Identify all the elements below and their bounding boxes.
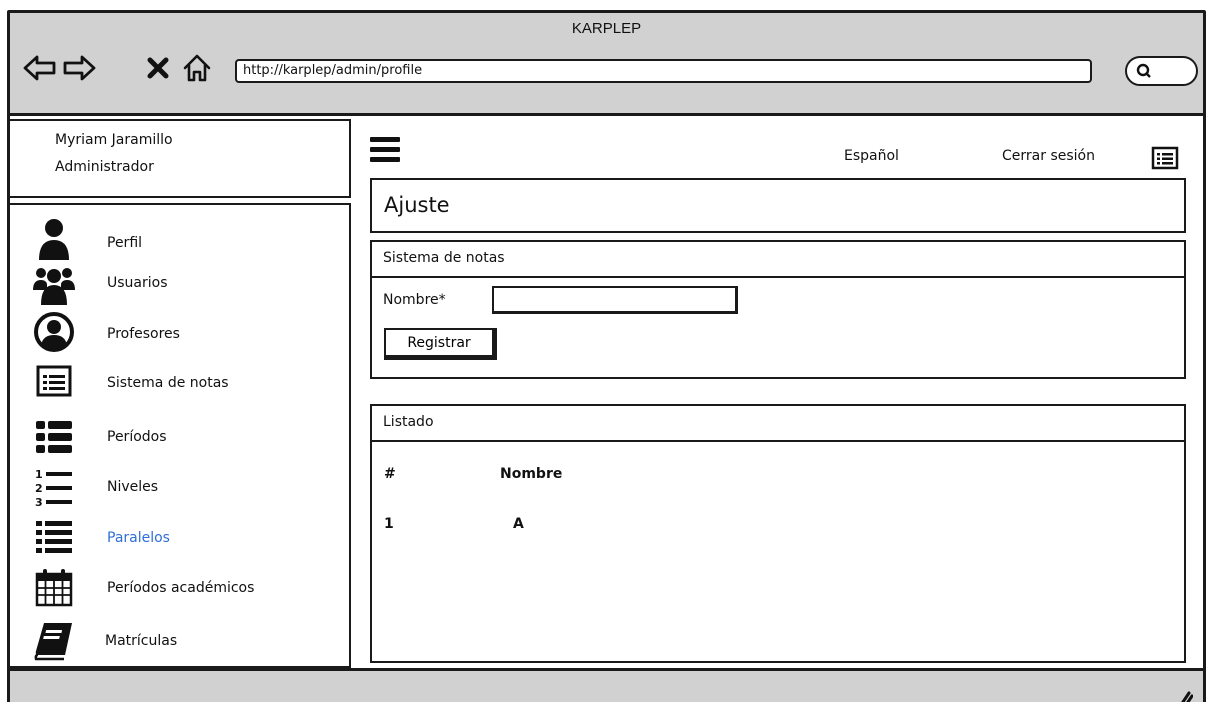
bullet-list-icon bbox=[32, 516, 76, 560]
user-icon bbox=[32, 217, 76, 261]
sidebar-item-sistema-de-notas[interactable]: Sistema de notas bbox=[10, 359, 345, 403]
sidebar-item-label: Profesores bbox=[107, 326, 180, 342]
form-panel-title: Sistema de notas bbox=[372, 242, 1184, 278]
sidebar-item-label: Sistema de notas bbox=[107, 375, 229, 391]
svg-text:1: 1 bbox=[35, 468, 43, 481]
svg-text:2: 2 bbox=[35, 482, 43, 495]
register-button[interactable]: Registrar bbox=[384, 328, 497, 360]
sidebar-item-label: Paralelos bbox=[107, 530, 170, 546]
sidebar-item-perfil[interactable]: Perfil bbox=[10, 217, 345, 261]
forward-arrow-icon[interactable] bbox=[62, 53, 96, 83]
name-field-label: Nombre* bbox=[383, 292, 446, 308]
calendar-icon bbox=[32, 566, 76, 610]
name-field[interactable] bbox=[492, 286, 738, 314]
book-icon bbox=[32, 619, 76, 663]
browser-toolbar: KARPLEP http://karplep/admin/profile bbox=[10, 13, 1203, 116]
list-card-icon bbox=[32, 359, 76, 403]
svg-text:3: 3 bbox=[35, 496, 43, 508]
page-title-box: Ajuste bbox=[370, 178, 1186, 233]
thick-list-icon bbox=[32, 415, 76, 459]
hamburger-menu-icon[interactable] bbox=[370, 137, 400, 165]
search-box[interactable] bbox=[1125, 56, 1198, 86]
sidebar-item-label: Niveles bbox=[107, 479, 159, 495]
users-icon bbox=[32, 263, 76, 307]
list-panel: Listado # Nombre 1 A bbox=[370, 404, 1186, 663]
user-info-panel: Myriam Jaramillo Administrador bbox=[10, 119, 351, 198]
close-icon[interactable] bbox=[141, 53, 175, 83]
search-icon bbox=[1136, 63, 1151, 78]
resize-grip-icon[interactable] bbox=[1175, 689, 1194, 702]
column-header-number: # bbox=[384, 466, 396, 482]
list-panel-title: Listado bbox=[372, 406, 1184, 442]
logout-link[interactable]: Cerrar sesión bbox=[1002, 148, 1095, 164]
sidebar-item-label: Matrículas bbox=[105, 633, 178, 649]
user-name: Myriam Jaramillo bbox=[55, 132, 173, 148]
sidebar-item-label: Períodos académicos bbox=[107, 580, 255, 596]
back-arrow-icon[interactable] bbox=[23, 53, 57, 83]
browser-window: KARPLEP http://karplep/admin/profile Myr… bbox=[7, 10, 1206, 702]
sidebar-item-paralelos[interactable]: Paralelos bbox=[10, 516, 345, 560]
page-title: Ajuste bbox=[384, 193, 450, 217]
window-title: KARPLEP bbox=[571, 20, 642, 37]
user-circle-icon bbox=[32, 310, 76, 354]
home-icon[interactable] bbox=[180, 53, 214, 83]
status-bar bbox=[10, 668, 1203, 702]
url-input[interactable]: http://karplep/admin/profile bbox=[235, 59, 1092, 83]
sidebar-item-periodos[interactable]: Períodos bbox=[10, 415, 345, 459]
numbered-list-icon: 123 bbox=[32, 465, 76, 509]
user-role: Administrador bbox=[55, 159, 154, 175]
list-card-icon[interactable] bbox=[1151, 146, 1179, 174]
sidebar-menu: Perfil Usuarios Profesores Sistema de no… bbox=[10, 203, 351, 668]
form-panel: Sistema de notas Nombre* Registrar bbox=[370, 240, 1186, 379]
sidebar-item-usuarios[interactable]: Usuarios bbox=[10, 263, 345, 307]
column-header-name: Nombre bbox=[500, 466, 563, 482]
table-cell-name: A bbox=[513, 516, 524, 532]
sidebar-item-label: Usuarios bbox=[107, 275, 168, 291]
sidebar-item-profesores[interactable]: Profesores bbox=[10, 310, 345, 354]
sidebar-item-matriculas[interactable]: Matrículas bbox=[10, 619, 345, 663]
sidebar-item-label: Períodos bbox=[107, 429, 167, 445]
table-cell-number: 1 bbox=[384, 516, 394, 532]
language-link[interactable]: Español bbox=[844, 148, 899, 164]
sidebar-item-niveles[interactable]: 123 Niveles bbox=[10, 465, 345, 509]
sidebar-item-label: Perfil bbox=[107, 235, 143, 251]
sidebar-item-periodos-academicos[interactable]: Períodos académicos bbox=[10, 566, 345, 610]
